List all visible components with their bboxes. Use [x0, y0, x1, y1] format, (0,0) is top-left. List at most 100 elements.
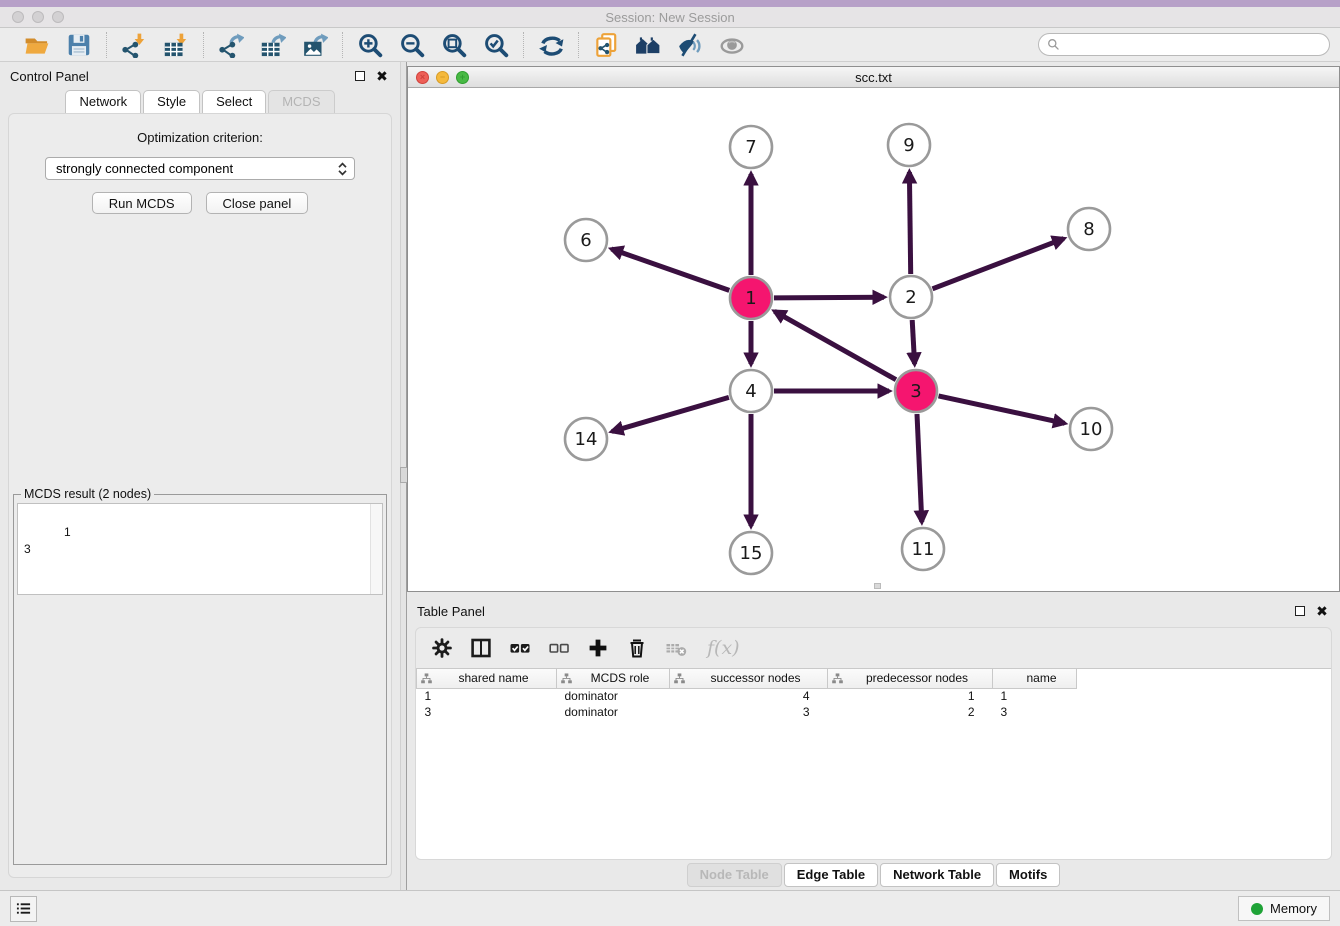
tab-network[interactable]: Network	[65, 90, 141, 113]
cell-predecessor-nodes[interactable]: 2	[828, 704, 993, 720]
hide-graphics-details-icon[interactable]	[676, 31, 704, 59]
graph-node-9[interactable]: 9	[888, 124, 930, 166]
split-pane-icon[interactable]	[469, 636, 493, 660]
tab-style[interactable]: Style	[143, 90, 200, 113]
criterion-select[interactable]: strongly connected component	[45, 157, 355, 180]
export-image-icon[interactable]	[301, 31, 329, 59]
float-table-panel-button[interactable]	[1292, 603, 1308, 619]
column-header-MCDS-role[interactable]: MCDS role	[557, 669, 670, 688]
column-header-name[interactable]: name	[993, 669, 1077, 688]
delete-column-icon[interactable]	[625, 636, 649, 660]
graph-node-15[interactable]: 15	[730, 532, 772, 574]
add-column-icon[interactable]	[586, 636, 610, 660]
close-table-panel-button[interactable]: ✖	[1314, 603, 1330, 619]
graph-node-4[interactable]: 4	[730, 370, 772, 412]
table-row[interactable]: 1dominator411	[417, 688, 1077, 704]
tab-select[interactable]: Select	[202, 90, 266, 113]
import-table-icon[interactable]	[162, 31, 190, 59]
column-header-shared-name[interactable]: shared name	[417, 669, 557, 688]
cell-successor-nodes[interactable]: 4	[670, 688, 828, 704]
save-session-icon[interactable]	[65, 31, 93, 59]
graph-node-2[interactable]: 2	[890, 276, 932, 318]
cell-successor-nodes[interactable]: 3	[670, 704, 828, 720]
table-panel-body: f(x) shared nameMCDS rolesuccessor nodes…	[415, 627, 1332, 860]
tab-mcds[interactable]: MCDS	[268, 90, 334, 113]
show-panels-button[interactable]	[10, 896, 37, 922]
graph-node-7[interactable]: 7	[730, 126, 772, 168]
zoom-window-button[interactable]	[52, 11, 64, 23]
svg-text:4: 4	[745, 381, 756, 402]
apply-layout-icon[interactable]	[537, 31, 565, 59]
table-tab-network-table[interactable]: Network Table	[880, 863, 994, 887]
network-window-titlebar[interactable]: ×−+ scc.txt	[408, 67, 1339, 88]
cell-shared-name[interactable]: 3	[417, 704, 557, 720]
network-graph-canvas[interactable]: 7 9 6 8 1 2 4 3 14 10 15 11	[408, 88, 1339, 591]
zoom-fit-icon[interactable]	[440, 31, 468, 59]
column-header-predecessor-nodes[interactable]: predecessor nodes	[828, 669, 993, 688]
edge-2-8[interactable]	[933, 239, 1064, 289]
graph-node-1[interactable]: 1	[730, 277, 772, 319]
graph-node-10[interactable]: 10	[1070, 408, 1112, 450]
search-box[interactable]	[1038, 33, 1330, 56]
export-table-icon[interactable]	[259, 31, 287, 59]
edge-3-1[interactable]	[775, 311, 897, 379]
node-table[interactable]: shared nameMCDS rolesuccessor nodesprede…	[416, 669, 1077, 720]
run-mcds-button[interactable]: Run MCDS	[92, 192, 192, 214]
export-network-icon[interactable]	[217, 31, 245, 59]
edge-3-11[interactable]	[917, 414, 922, 522]
minimize-view-button[interactable]: −	[436, 71, 449, 84]
float-panel-button[interactable]	[352, 68, 368, 84]
edge-2-3[interactable]	[912, 320, 914, 364]
zoom-in-icon[interactable]	[356, 31, 384, 59]
close-window-button[interactable]	[12, 11, 24, 23]
graph-node-8[interactable]: 8	[1068, 208, 1110, 250]
function-builder-icon: f(x)	[707, 637, 740, 659]
zoom-selected-icon[interactable]	[482, 31, 510, 59]
show-annotations-icon[interactable]	[718, 31, 746, 59]
graph-node-3[interactable]: 3	[895, 370, 937, 412]
control-panel-tabs: NetworkStyleSelectMCDS	[0, 90, 400, 113]
table-tab-node-table[interactable]: Node Table	[687, 863, 782, 887]
network-resize-grip[interactable]	[874, 583, 881, 589]
graph-node-14[interactable]: 14	[565, 418, 607, 460]
search-input[interactable]	[1065, 38, 1321, 52]
traffic-lights-inactive[interactable]	[12, 11, 64, 23]
svg-text:15: 15	[740, 543, 763, 564]
cell-predecessor-nodes[interactable]: 1	[828, 688, 993, 704]
edge-4-14[interactable]	[612, 397, 729, 431]
import-network-icon[interactable]	[120, 31, 148, 59]
clone-network-icon[interactable]	[592, 31, 620, 59]
graph-node-11[interactable]: 11	[902, 528, 944, 570]
close-mcds-panel-button[interactable]: Close panel	[206, 192, 309, 214]
cell-name[interactable]: 1	[993, 688, 1077, 704]
deselect-all-icon[interactable]	[547, 636, 571, 660]
zoom-out-icon[interactable]	[398, 31, 426, 59]
cell-shared-name[interactable]: 1	[417, 688, 557, 704]
edge-1-2[interactable]	[774, 297, 884, 298]
close-view-button[interactable]: ×	[416, 71, 429, 84]
cell-MCDS-role[interactable]: dominator	[557, 704, 670, 720]
graph-node-6[interactable]: 6	[565, 219, 607, 261]
edge-2-9[interactable]	[909, 172, 910, 274]
delete-table-icon[interactable]	[664, 636, 688, 660]
zoom-view-button[interactable]: +	[456, 71, 469, 84]
result-scrollbar[interactable]	[370, 504, 382, 594]
open-folder-icon[interactable]	[23, 31, 51, 59]
gear-icon[interactable]	[430, 636, 454, 660]
edge-1-6[interactable]	[612, 249, 730, 290]
memory-button[interactable]: Memory	[1238, 896, 1330, 921]
first-neighbors-icon[interactable]	[634, 31, 662, 59]
table-tab-edge-table[interactable]: Edge Table	[784, 863, 878, 887]
minimize-window-button[interactable]	[32, 11, 44, 23]
edge-3-10[interactable]	[939, 396, 1065, 423]
table-row[interactable]: 3dominator323	[417, 704, 1077, 720]
table-tab-motifs[interactable]: Motifs	[996, 863, 1060, 887]
cell-MCDS-role[interactable]: dominator	[557, 688, 670, 704]
cell-name[interactable]: 3	[993, 704, 1077, 720]
mcds-result-list[interactable]: 1 3	[17, 503, 383, 595]
select-all-icon[interactable]	[508, 636, 532, 660]
close-panel-button[interactable]: ✖	[374, 68, 390, 84]
panel-divider[interactable]	[400, 62, 407, 890]
column-header-successor-nodes[interactable]: successor nodes	[670, 669, 828, 688]
node-table-container[interactable]: shared nameMCDS rolesuccessor nodesprede…	[416, 668, 1331, 859]
